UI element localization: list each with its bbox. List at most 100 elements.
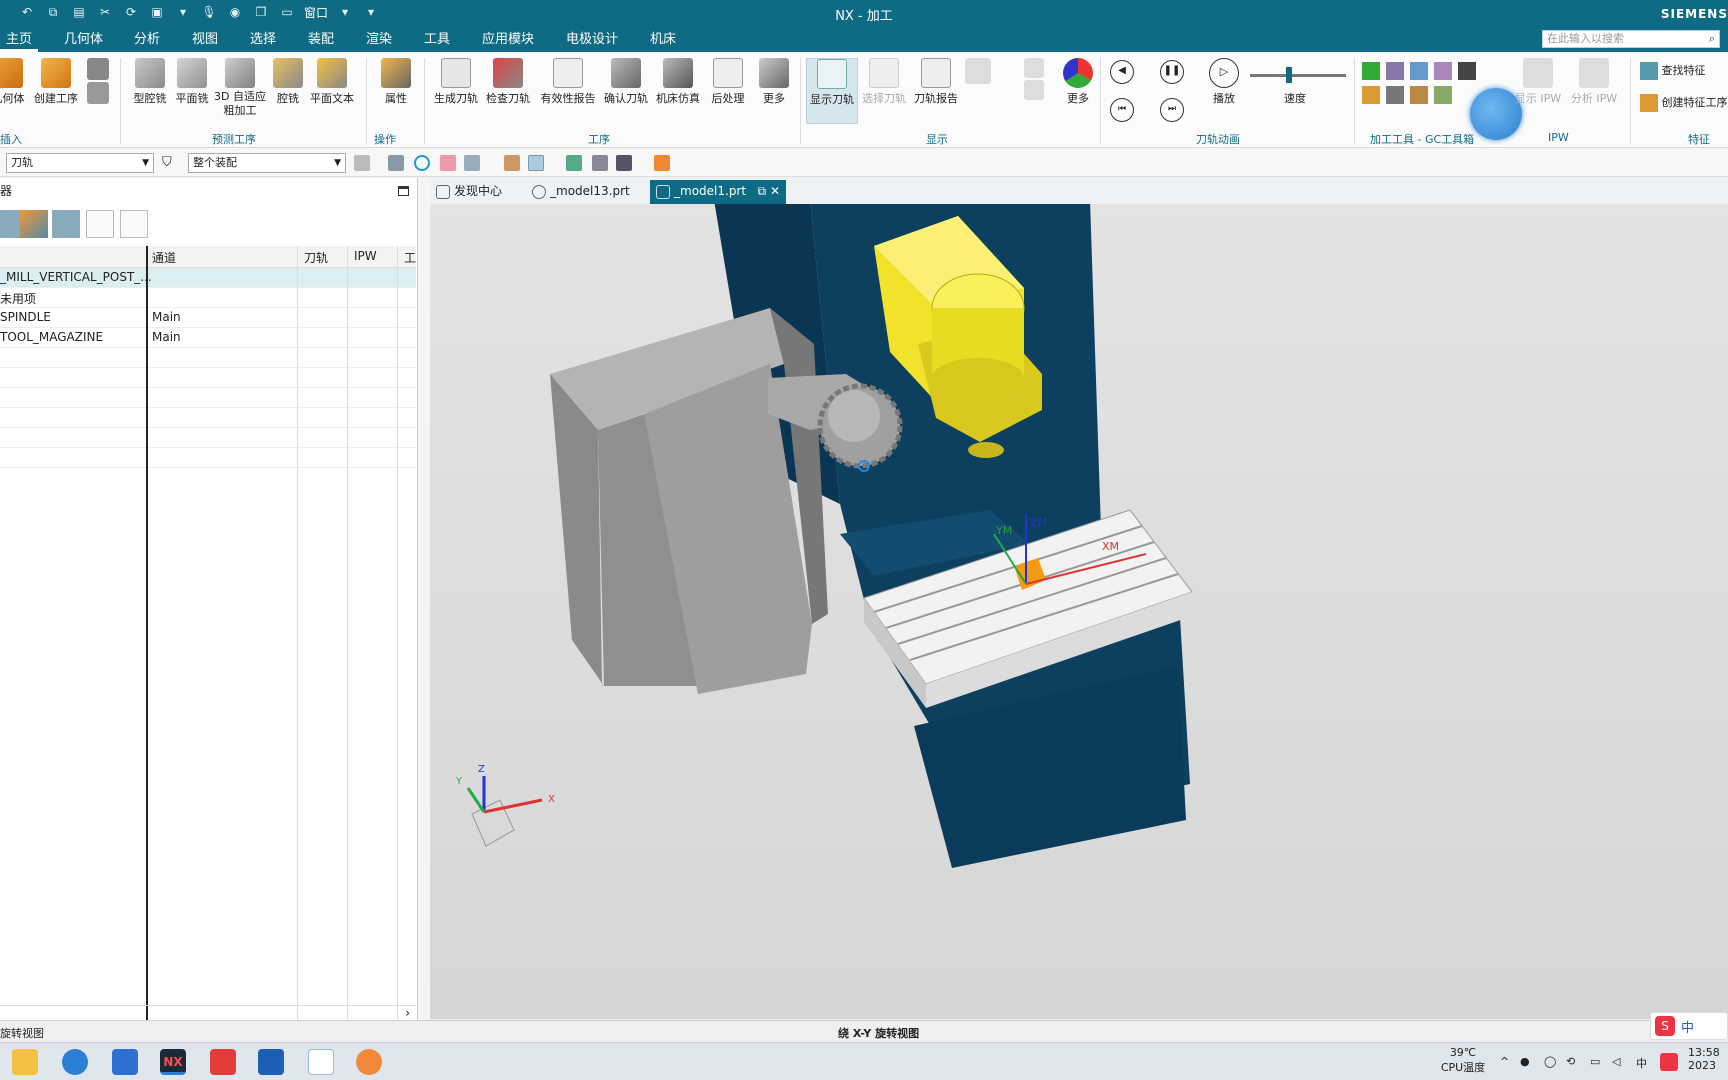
circle-snap-icon[interactable] [414, 155, 430, 171]
solid-icon[interactable] [504, 155, 520, 171]
tray-expand-icon[interactable]: ^ [1500, 1055, 1509, 1069]
planar-text-button[interactable]: 平面文本 [306, 58, 358, 106]
network-tray-icon[interactable]: ▭ [1590, 1055, 1600, 1069]
column-divider[interactable] [397, 246, 398, 1054]
tab-application[interactable]: 应用模块 [476, 30, 540, 52]
tab-model13[interactable]: _model13.prt [526, 180, 638, 204]
show-toolpath-button[interactable]: 显示刀轨 [806, 58, 858, 124]
tab-electrode[interactable]: 电极设计 [560, 30, 624, 52]
type-filter-select[interactable]: 刀轨 ▼ [6, 153, 154, 173]
geometry-button[interactable]: 几何体 [0, 58, 34, 106]
gc-export-icon[interactable] [1434, 86, 1452, 104]
machine-model-view[interactable]: YM ZM XM Z X Y [430, 204, 1728, 1019]
view-eye-icon[interactable] [592, 155, 608, 171]
baidu-netdisk-icon[interactable] [308, 1049, 334, 1075]
nx-app-icon[interactable]: NX [160, 1049, 186, 1075]
speed-slider[interactable] [1250, 67, 1346, 83]
column-extra[interactable]: 工 [404, 249, 416, 266]
validity-report-button[interactable]: 有效性报告 [538, 58, 598, 106]
sync-tray-icon[interactable]: ⟲ [1566, 1055, 1575, 1069]
column-divider[interactable] [297, 246, 298, 1054]
tab-tools[interactable]: 工具 [418, 30, 456, 52]
volume-tray-icon[interactable]: ◁ [1612, 1055, 1620, 1069]
create-operation-button[interactable]: 创建工序 [30, 58, 82, 106]
tab-geometry[interactable]: 几何体 [58, 30, 109, 52]
machine-tool-icon[interactable] [654, 155, 670, 171]
filter-icon[interactable]: ⛉ [162, 155, 178, 171]
tab-analysis[interactable]: 分析 [128, 30, 166, 52]
file-explorer-icon[interactable] [12, 1049, 38, 1075]
tab-select[interactable]: 选择 [244, 30, 282, 52]
show-ipw-button[interactable]: 显示 IPW [1512, 58, 1564, 106]
tab-render[interactable]: 渲染 [360, 30, 398, 52]
properties-button[interactable]: 属性 [370, 58, 422, 106]
column-ipw[interactable]: IPW [354, 249, 377, 263]
notification-tray-icon[interactable]: ◯ [1544, 1055, 1556, 1069]
maximize-icon[interactable] [398, 186, 409, 196]
input-method-indicator[interactable]: S 中 [1650, 1012, 1728, 1040]
analyze-ipw-button[interactable]: 分析 IPW [1568, 58, 1620, 106]
step-back-icon[interactable]: ◀ [1110, 60, 1134, 84]
tab-model1[interactable]: _model1.prt ⧉ ✕ [650, 180, 787, 204]
select-toolpath-button[interactable]: 选择刀轨 [858, 58, 910, 106]
gc-tool-icon[interactable] [1386, 62, 1404, 80]
tab-discovery-center[interactable]: 发现中心 [430, 180, 510, 204]
planar-mill-button[interactable]: 平面铣 [166, 58, 218, 106]
machine-simulation-button[interactable]: 机床仿真 [652, 58, 704, 106]
geometry-view-icon[interactable] [52, 210, 80, 238]
microphone-tray-icon[interactable]: ● [1520, 1055, 1530, 1069]
create-feature-operation-button[interactable]: 创建特征工序 [1640, 94, 1728, 112]
post-process-button[interactable]: 后处理 [702, 58, 754, 106]
component-snap-icon[interactable] [440, 155, 456, 171]
gc-program-icon[interactable] [1362, 86, 1380, 104]
selection-scope-select[interactable]: 整个装配 ▼ [188, 153, 346, 173]
column-toolpath[interactable]: 刀轨 [304, 249, 328, 266]
app-v-icon[interactable] [258, 1049, 284, 1075]
display-extra-button[interactable] [958, 58, 998, 86]
wireframe-icon[interactable] [528, 155, 544, 171]
column-channel[interactable]: 通道 [152, 249, 176, 266]
tab-assembly[interactable]: 装配 [302, 30, 340, 52]
operation-more-button[interactable]: 更多 [748, 58, 800, 106]
table-row[interactable]: _MILL_VERTICAL_POST_... [0, 268, 416, 288]
gc-report-icon[interactable] [1434, 62, 1452, 80]
gc-sheet-icon[interactable] [1410, 86, 1428, 104]
insert-extra-button[interactable] [82, 58, 114, 106]
confirm-toolpath-button[interactable]: 确认刀轨 [600, 58, 652, 106]
go-start-icon[interactable]: ⏮ [1110, 98, 1134, 122]
detach-tab-icon[interactable]: ⧉ [758, 180, 767, 202]
pause-icon[interactable]: ❚❚ [1160, 60, 1184, 84]
machine-view-icon[interactable] [0, 210, 20, 238]
gc-toolbox-icons[interactable] [1362, 62, 1476, 122]
command-search-input[interactable]: 在此输入以搜索 ⌕ [1542, 30, 1720, 48]
horizontal-scrollbar[interactable]: › [0, 1005, 416, 1021]
play-button[interactable]: ▷ 播放 [1198, 58, 1250, 106]
snap-point-icon[interactable] [388, 155, 404, 171]
app-k-icon[interactable] [62, 1049, 88, 1075]
table-row[interactable]: 未用项 [0, 288, 416, 308]
toolpath-report-button[interactable]: 刀轨报告 [910, 58, 962, 106]
table-row[interactable]: TOOL_MAGAZINE Main [0, 328, 416, 348]
move-buttons[interactable] [1016, 58, 1052, 102]
adaptive-rough-button[interactable]: 3D 自适应粗加工 [214, 58, 266, 118]
find-feature-button[interactable]: 查找特征 [1640, 62, 1728, 80]
table-row[interactable]: SPINDLE Main [0, 308, 416, 328]
paint-app-icon[interactable] [356, 1049, 382, 1075]
display-more-button[interactable]: 更多 [1052, 58, 1104, 106]
gc-check-icon[interactable] [1362, 62, 1380, 80]
program-view-icon[interactable] [20, 210, 48, 238]
column-divider[interactable] [146, 246, 148, 1054]
speed-slider-handle[interactable] [1286, 67, 1292, 83]
tab-view[interactable]: 视图 [186, 30, 224, 52]
gc-doc-icon[interactable] [1386, 86, 1404, 104]
tab-machine[interactable]: 机床 [644, 30, 682, 52]
feishu-icon[interactable] [112, 1049, 138, 1075]
wps-icon[interactable] [210, 1049, 236, 1075]
remove-item-icon[interactable] [120, 210, 148, 238]
add-item-icon[interactable] [86, 210, 114, 238]
graphics-window[interactable]: YM ZM XM Z X Y [430, 204, 1728, 1019]
column-divider[interactable] [347, 246, 348, 1054]
verify-toolpath-button[interactable]: 检查刀轨 [482, 58, 534, 106]
quick-pick-icon[interactable] [464, 155, 480, 171]
tool-holder[interactable] [968, 442, 1004, 458]
